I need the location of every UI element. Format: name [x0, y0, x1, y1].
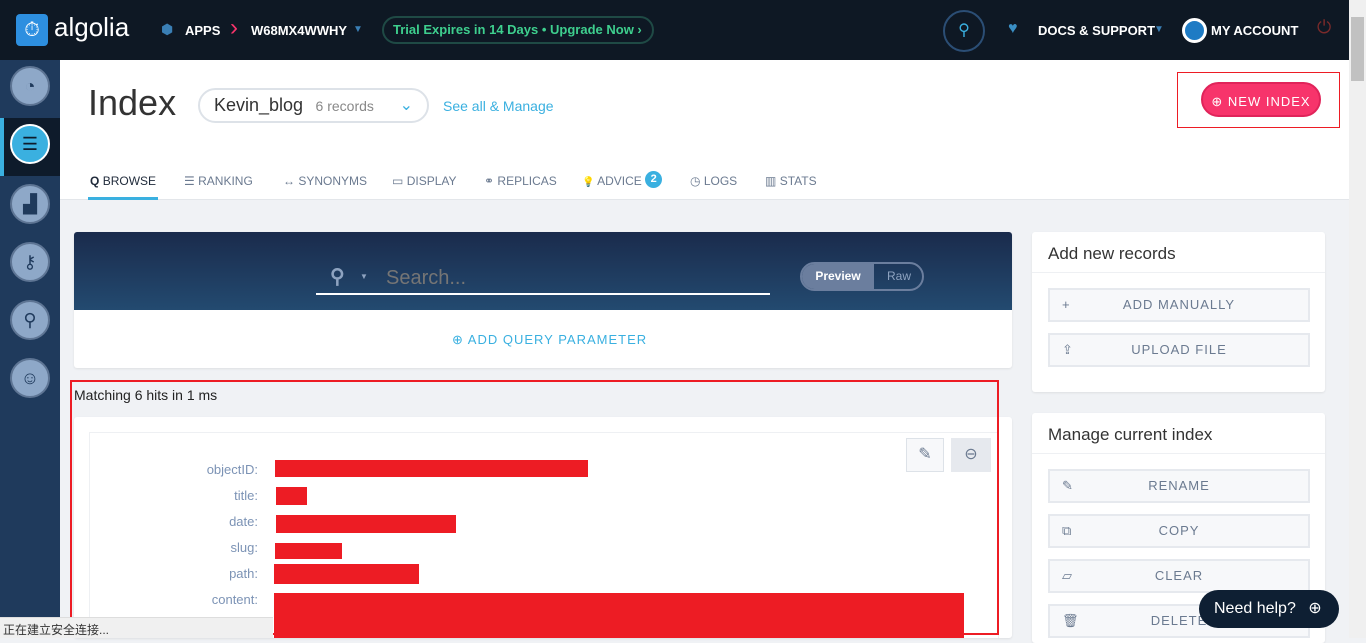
bar-chart-icon: ▥: [765, 174, 777, 188]
tab-label: ADVICE: [597, 174, 642, 188]
divider: [1032, 272, 1325, 273]
indices-icon[interactable]: ☰: [10, 124, 50, 164]
tab-replicas[interactable]: ⚭ REPLICAS: [484, 174, 557, 188]
team-icon[interactable]: ☺: [10, 358, 50, 398]
scrollbar-thumb[interactable]: [1351, 17, 1364, 81]
add-manually-button[interactable]: + ADD MANUALLY: [1048, 288, 1310, 322]
caret-down-icon: ▼: [1154, 24, 1164, 35]
preview-toggle[interactable]: Preview: [802, 264, 874, 289]
index-name: Kevin_blog: [214, 95, 304, 115]
button-label: UPLOAD FILE: [1131, 342, 1227, 357]
logo-text[interactable]: algolia: [54, 12, 129, 43]
view-toggle: Preview Raw: [800, 262, 924, 291]
plus-icon: +: [1062, 297, 1071, 312]
heart-icon: ♥: [1008, 20, 1018, 37]
search-icon: Q: [90, 174, 100, 188]
copy-icon: ⧉: [1062, 523, 1073, 538]
add-query-parameter-button[interactable]: ⊕ ADD QUERY PARAMETER: [452, 332, 647, 348]
clock-icon: ◷: [690, 174, 701, 188]
button-label: COPY: [1158, 523, 1200, 538]
see-all-link[interactable]: See all & Manage: [443, 98, 554, 114]
tab-display[interactable]: ▭ DISPLAY: [392, 174, 457, 188]
tab-label: BROWSE: [102, 174, 157, 188]
chevron-down-icon: ⌄: [399, 97, 413, 114]
sliders-icon: ☰: [184, 174, 195, 188]
link-icon: ⚭: [484, 174, 495, 188]
upload-icon: ⇪: [1062, 342, 1074, 357]
copy-button[interactable]: ⧉ COPY: [1048, 514, 1310, 548]
trial-text: Trial Expires in 14 Days • Upgrade Now: [393, 22, 634, 37]
tab-label: STATS: [779, 174, 817, 188]
trial-upgrade-link[interactable]: Trial Expires in 14 Days • Upgrade Now ›: [382, 16, 654, 44]
arrows-icon: ↔: [283, 174, 295, 188]
algolia-logo-icon[interactable]: ⏱: [16, 14, 48, 46]
browser-status-bar: 正在建立安全连接...: [0, 617, 273, 638]
raw-toggle[interactable]: Raw: [874, 264, 922, 289]
tab-label: REPLICAS: [497, 174, 557, 188]
sidebar: ◔ ☰ ▟ ⚷ ⚲ ☺: [0, 60, 60, 638]
tab-label: LOGS: [703, 174, 738, 188]
geo-icon[interactable]: ⚲: [10, 300, 50, 340]
button-label: RENAME: [1148, 478, 1210, 493]
tab-stats[interactable]: ▥ STATS: [765, 174, 817, 188]
apps-link[interactable]: APPS: [185, 23, 220, 38]
caret-down-icon[interactable]: ▼: [360, 272, 368, 281]
app-selector[interactable]: W68MX4WWHY: [251, 23, 347, 38]
search-underline: [316, 293, 770, 295]
power-icon[interactable]: ⏻: [1317, 17, 1331, 38]
eraser-icon: ▱: [1062, 568, 1073, 583]
tab-advice[interactable]: 💡 ADVICE 2: [582, 171, 663, 188]
highlight-box: [70, 380, 999, 635]
analytics-icon[interactable]: ▟: [10, 184, 50, 224]
search-banner: ⚲ ▼ Preview Raw: [74, 232, 1012, 310]
trash-icon: 🗑: [1062, 613, 1080, 628]
search-icon[interactable]: ⚲: [330, 264, 345, 289]
my-account-link[interactable]: MY ACCOUNT: [1211, 23, 1298, 38]
caret-down-icon: ▼: [353, 24, 363, 35]
add-records-panel: Add new records + ADD MANUALLY ⇪ UPLOAD FI…: [1032, 232, 1325, 392]
advice-badge: 2: [645, 171, 663, 188]
lightbulb-icon: 💡: [582, 177, 595, 188]
tab-synonyms[interactable]: ↔ SYNONYMS: [283, 174, 367, 188]
new-index-button[interactable]: ⊕ NEW INDEX: [1201, 82, 1321, 117]
tab-label: SYNONYMS: [298, 174, 368, 188]
clear-button[interactable]: ▱ CLEAR: [1048, 559, 1310, 593]
add-param-label: ADD QUERY PARAMETER: [467, 332, 648, 347]
panel-title: Add new records: [1048, 244, 1176, 263]
chevron-right-icon: ›: [230, 14, 238, 41]
edit-icon: ✎: [1062, 478, 1074, 493]
docs-support-menu[interactable]: DOCS & SUPPORT: [1038, 23, 1155, 38]
tab-ranking[interactable]: ☰ RANKING: [184, 174, 253, 188]
button-label: DELETE: [1150, 613, 1208, 628]
scrollbar[interactable]: [1349, 0, 1366, 638]
tab-label: RANKING: [198, 174, 253, 188]
record-count: 6 records: [315, 98, 374, 114]
page-title: Index: [88, 82, 177, 123]
button-label: CLEAR: [1154, 568, 1204, 583]
rename-button[interactable]: ✎ RENAME: [1048, 469, 1310, 503]
new-index-label: NEW INDEX: [1227, 94, 1311, 109]
upload-file-button[interactable]: ⇪ UPLOAD FILE: [1048, 333, 1310, 367]
index-header: Index Kevin_blog 6 records ⌄ See all & M…: [60, 60, 1349, 200]
apps-icon: ⬢: [161, 21, 174, 37]
panel-title: Manage current index: [1048, 425, 1213, 444]
search-panel: ⚲ ▼ Preview Raw ⊕ ADD QUERY PARAMETER: [74, 232, 1012, 368]
monitor-icon: ▭: [392, 174, 404, 188]
index-selector[interactable]: Kevin_blog 6 records ⌄: [198, 88, 429, 123]
active-tab-underline: [88, 197, 158, 200]
dashboard-icon[interactable]: ◔: [10, 66, 50, 106]
help-label: Need help?: [1214, 600, 1296, 617]
tab-logs[interactable]: ◷ LOGS: [690, 174, 737, 188]
api-keys-icon[interactable]: ⚷: [10, 242, 50, 282]
search-icon[interactable]: ⚲: [943, 10, 985, 52]
tab-label: DISPLAY: [406, 174, 457, 188]
divider: [1032, 453, 1325, 454]
top-bar: ⏱ algolia ⬢ APPS › W68MX4WWHY ▼ Trial Ex…: [0, 0, 1349, 60]
account-avatar-icon[interactable]: [1182, 18, 1207, 43]
tab-browse[interactable]: Q BROWSE: [90, 174, 156, 188]
button-label: ADD MANUALLY: [1122, 297, 1236, 312]
lifebuoy-icon: ⊕: [1308, 600, 1322, 617]
search-input[interactable]: [386, 264, 766, 292]
need-help-button[interactable]: Need help? ⊕: [1199, 590, 1339, 628]
